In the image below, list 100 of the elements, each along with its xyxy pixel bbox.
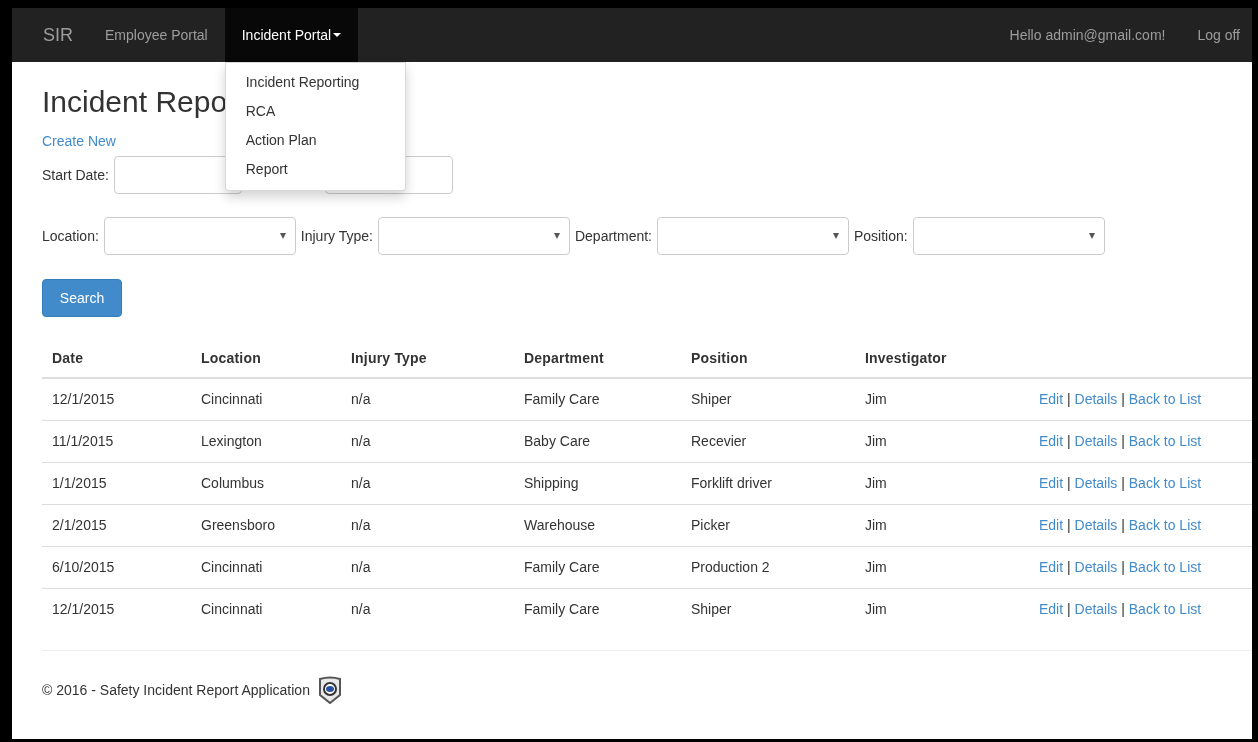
column-header: Injury Type xyxy=(341,338,514,378)
table-cell: Shiper xyxy=(681,378,855,421)
row-action-link[interactable]: Details xyxy=(1074,433,1118,449)
table-cell: Cincinnati xyxy=(191,378,341,421)
greeting-link[interactable]: Hello admin@gmail.com! xyxy=(994,8,1181,62)
table-cell: Cincinnati xyxy=(191,588,341,630)
separator: | xyxy=(1121,475,1125,491)
separator: | xyxy=(1067,475,1071,491)
row-action-link[interactable]: Edit xyxy=(1039,601,1064,617)
menu-item[interactable]: RCA xyxy=(225,97,405,126)
table-cell: Shipping xyxy=(514,462,681,505)
menu-item[interactable]: Action Plan xyxy=(225,126,405,155)
select-field[interactable] xyxy=(103,217,296,255)
separator: | xyxy=(1067,559,1071,575)
row-action-link[interactable]: Edit xyxy=(1039,517,1064,533)
field-label: Department: xyxy=(574,228,652,244)
table-cell: 12/1/2015 xyxy=(42,588,191,630)
table-cell: Recevier xyxy=(681,420,855,463)
table-cell: Jim xyxy=(855,588,1029,630)
table-cell: Columbus xyxy=(191,462,341,505)
row-action-link[interactable]: Back to List xyxy=(1128,475,1202,491)
table-cell: Jim xyxy=(855,546,1029,589)
table-cell: n/a xyxy=(341,588,514,630)
separator: | xyxy=(1121,433,1125,449)
row-action-link[interactable]: Edit xyxy=(1039,559,1064,575)
table-cell: Baby Care xyxy=(514,420,681,463)
row-action-link[interactable]: Back to List xyxy=(1128,559,1202,575)
field-label: Location: xyxy=(42,228,99,244)
table-cell: Greensboro xyxy=(191,504,341,547)
dropdown-arrow-icon xyxy=(553,233,560,239)
table-cell: 2/1/2015 xyxy=(42,504,191,547)
table-cell: Jim xyxy=(855,504,1029,547)
create-new-link[interactable]: Create New xyxy=(42,131,116,151)
row-action-link[interactable]: Back to List xyxy=(1128,517,1202,533)
table-cell: Jim xyxy=(855,462,1029,505)
separator: | xyxy=(1121,517,1125,533)
table-cell: Warehouse xyxy=(514,504,681,547)
logoff-link[interactable]: Log off xyxy=(1180,8,1252,62)
table-cell: n/a xyxy=(341,504,514,547)
brand-link[interactable]: SIR xyxy=(12,8,88,62)
separator: | xyxy=(1067,391,1071,407)
caret-icon xyxy=(333,33,342,37)
field-label: Injury Type: xyxy=(300,228,373,244)
separator: | xyxy=(1067,601,1071,617)
column-header: Department xyxy=(514,338,681,378)
row-action-link[interactable]: Details xyxy=(1074,517,1118,533)
menu-item[interactable]: Incident Reporting xyxy=(225,68,405,97)
column-header: Location xyxy=(191,338,341,378)
row-action-link[interactable]: Details xyxy=(1074,475,1118,491)
row-action-link[interactable]: Edit xyxy=(1039,391,1064,407)
table-cell: Family Care xyxy=(514,546,681,589)
separator: | xyxy=(1121,601,1125,617)
table-cell: 6/10/2015 xyxy=(42,546,191,589)
table-cell: n/a xyxy=(341,462,514,505)
row-action-link[interactable]: Back to List xyxy=(1128,391,1202,407)
select-field[interactable] xyxy=(912,217,1105,255)
table-cell: Picker xyxy=(681,504,855,547)
table-cell: Lexington xyxy=(191,420,341,463)
row-action-link[interactable]: Back to List xyxy=(1128,433,1202,449)
table-cell: 12/1/2015 xyxy=(42,378,191,421)
select-field[interactable] xyxy=(657,217,849,255)
field-label: Position: xyxy=(854,228,908,244)
separator: | xyxy=(1067,433,1071,449)
row-action-link[interactable]: Edit xyxy=(1039,433,1064,449)
shield-icon xyxy=(317,676,342,704)
table-cell: Forklift driver xyxy=(681,462,855,505)
row-action-link[interactable]: Edit xyxy=(1039,475,1064,491)
table-cell: Shiper xyxy=(681,588,855,630)
column-header: Position xyxy=(681,338,855,378)
nav-link[interactable]: Employee Portal xyxy=(88,8,225,62)
table-cell: Jim xyxy=(855,420,1029,463)
table-cell: n/a xyxy=(341,420,514,463)
table-cell: n/a xyxy=(341,378,514,421)
table-cell: Jim xyxy=(855,378,1029,421)
table-cell: 11/1/2015 xyxy=(42,420,191,463)
table-cell: 1/1/2015 xyxy=(42,462,191,505)
table-cell: n/a xyxy=(341,546,514,589)
row-action-link[interactable]: Back to List xyxy=(1128,601,1202,617)
row-action-link[interactable]: Details xyxy=(1074,391,1118,407)
row-action-link[interactable]: Details xyxy=(1074,601,1118,617)
nav-link[interactable]: Incident Portal xyxy=(224,8,359,62)
field-label: Start Date: xyxy=(42,167,109,183)
dropdown-arrow-icon xyxy=(279,233,286,239)
search-button[interactable]: Search xyxy=(42,279,122,317)
dropdown-arrow-icon xyxy=(833,233,839,239)
select-field[interactable] xyxy=(377,217,570,255)
separator: | xyxy=(1121,391,1125,407)
separator: | xyxy=(1121,559,1125,575)
table-cell: Family Care xyxy=(514,588,681,630)
page-title: Incident Repo xyxy=(42,84,228,120)
menu-item[interactable]: Report xyxy=(225,155,405,184)
table-cell: Production 2 xyxy=(681,546,855,589)
column-header: Date xyxy=(42,338,191,378)
dropdown-arrow-icon xyxy=(1088,233,1095,239)
separator: | xyxy=(1067,517,1071,533)
column-header: Investigator xyxy=(855,338,1029,378)
row-action-link[interactable]: Details xyxy=(1074,559,1118,575)
table-cell: Family Care xyxy=(514,378,681,421)
table-cell: Cincinnati xyxy=(191,546,341,589)
footer-text: © 2016 - Safety Incident Report Application xyxy=(42,682,310,698)
